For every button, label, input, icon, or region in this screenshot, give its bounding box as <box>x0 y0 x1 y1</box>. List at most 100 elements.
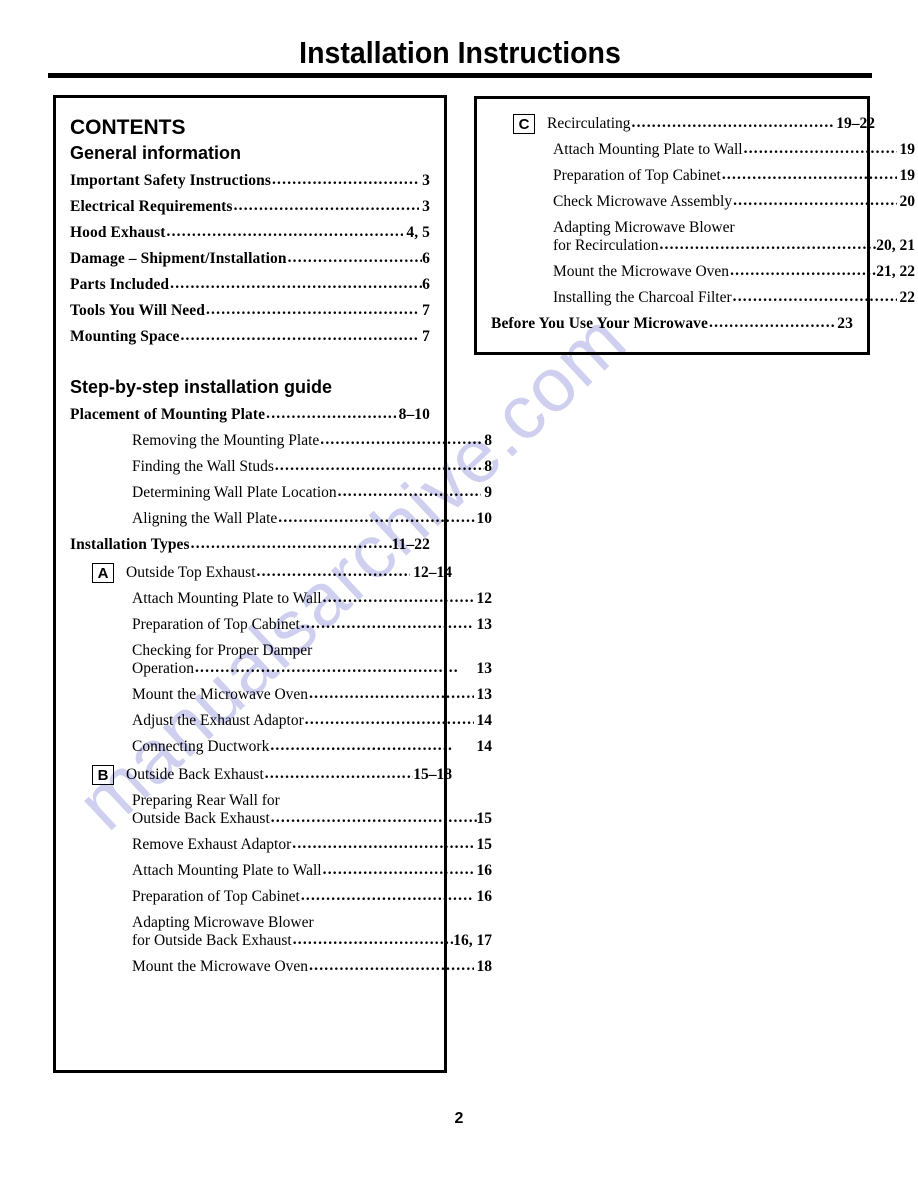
toc-subentry-page: 8 <box>484 458 492 475</box>
toc-subentry[interactable]: Attach Mounting Plate to Wall ..........… <box>491 140 916 159</box>
toc-leader-dots: .................................... <box>292 835 474 852</box>
toc-entry-before-you-use[interactable]: Before You Use Your Microwave ..........… <box>491 314 853 333</box>
toc-subentry-label: for Recirculation <box>553 237 659 254</box>
toc-entry[interactable]: Damage – Shipment/Installation .........… <box>70 249 430 268</box>
toc-entry-page: 19–22 <box>836 115 875 132</box>
toc-subentry[interactable]: Adapting Microwave Blower for Recirculat… <box>491 219 915 255</box>
toc-subentry[interactable]: Mount the Microwave Oven ...............… <box>70 685 493 704</box>
toc-entry-type-a[interactable]: A Outside Top Exhaust ..................… <box>70 562 452 583</box>
toc-subentry-page: 18 <box>476 958 493 975</box>
toc-subentry-page: 10 <box>476 510 493 527</box>
toc-leader-dots: .................................... <box>721 166 897 183</box>
toc-subentry-page: 14 <box>476 712 493 729</box>
toc-leader-dots: ........................................… <box>287 249 423 266</box>
toc-subentry[interactable]: Preparation of Top Cabinet .............… <box>70 887 493 906</box>
toc-leader-dots: ........................................… <box>180 327 420 344</box>
toc-leader-dots: ........................................… <box>266 405 395 422</box>
toc-entry-label: Electrical Requirements <box>70 198 233 215</box>
toc-subentry-label: Remove Exhaust Adaptor <box>132 836 292 853</box>
toc-subentry-page: 12 <box>476 590 493 607</box>
badge-letter-b: B <box>92 765 114 785</box>
toc-subentry-label: Attach Mounting Plate to Wall <box>132 590 322 607</box>
toc-subentry[interactable]: Installing the Charcoal Filter .........… <box>491 288 915 307</box>
toc-subentry[interactable]: Preparation of Top Cabinet .............… <box>70 615 493 634</box>
toc-subentry-label: Finding the Wall Studs <box>132 458 274 475</box>
toc-leader-dots: ........................................… <box>233 197 420 214</box>
toc-entry-type-c[interactable]: C Recirculating ........................… <box>491 113 875 134</box>
toc-subentry-page: 8 <box>484 432 492 449</box>
toc-subentry[interactable]: Preparing Rear Wall for Outside Back Exh… <box>70 792 492 828</box>
toc-subentry-label: Adjust the Exhaust Adaptor <box>132 712 304 729</box>
toc-entry[interactable]: Tools You Will Need ....................… <box>70 301 430 320</box>
toc-subentry-label: for Outside Back Exhaust <box>132 932 292 949</box>
toc-leader-dots: ........................................… <box>205 301 420 318</box>
badge-letter-a: A <box>92 563 114 583</box>
toc-entry[interactable]: Important Safety Instructions ..........… <box>70 171 430 190</box>
toc-subentry[interactable]: Mount the Microwave Oven ...............… <box>491 262 915 281</box>
toc-leader-dots: ........................................… <box>274 457 484 474</box>
toc-subentry-label: Removing the Mounting Plate <box>132 432 320 449</box>
toc-entry[interactable]: Parts Included .........................… <box>70 275 430 294</box>
toc-leader-dots: ........................................… <box>278 509 477 526</box>
toc-leader-dots: .................................... <box>730 262 877 279</box>
toc-entry-page: 12–14 <box>413 564 452 581</box>
toc-entry-page: 4, 5 <box>406 224 430 241</box>
toc-subentry[interactable]: Attach Mounting Plate to Wall ..........… <box>70 861 492 880</box>
toc-subentry[interactable]: Check Microwave Assembly ...............… <box>491 192 916 211</box>
toc-subentry-label-line1: Adapting Microwave Blower <box>553 219 735 236</box>
toc-entry-label: Damage – Shipment/Installation <box>70 250 287 267</box>
toc-subentry-page: 15 <box>476 810 493 827</box>
toc-leader-dots: ........................................… <box>194 659 459 676</box>
document-header: Installation Instructions <box>48 36 872 78</box>
toc-entry-type-b[interactable]: B Outside Back Exhaust .................… <box>70 764 452 785</box>
toc-subentry[interactable]: Remove Exhaust Adaptor .................… <box>70 835 492 854</box>
toc-subentry[interactable]: Checking for Proper Damper Operation ...… <box>70 642 492 678</box>
toc-subentry[interactable]: Aligning the Wall Plate ................… <box>70 509 493 528</box>
toc-subentry[interactable]: Connecting Ductwork ....................… <box>70 737 493 756</box>
toc-entry-label: Hood Exhaust <box>70 224 166 241</box>
toc-entry[interactable]: Placement of Mounting Plate ............… <box>70 405 430 424</box>
toc-subentry-page: 19 <box>899 141 916 158</box>
toc-entry-label: Tools You Will Need <box>70 302 205 319</box>
toc-subentry[interactable]: Mount the Microwave Oven ...............… <box>70 957 493 976</box>
page-canvas: Installation Instructions CONTENTS Gener… <box>0 0 918 1188</box>
toc-subentry[interactable]: Determining Wall Plate Location ........… <box>70 483 492 502</box>
toc-entry-label: Outside Back Exhaust <box>126 766 264 783</box>
toc-entry-label: Installation Types <box>70 536 190 553</box>
toc-subentry-page: 13 <box>476 660 493 677</box>
toc-entry[interactable]: Electrical Requirements ................… <box>70 197 430 216</box>
toc-subentry[interactable]: Attach Mounting Plate to Wall ..........… <box>70 589 493 608</box>
toc-subentry[interactable]: Preparation of Top Cabinet .............… <box>491 166 915 185</box>
toc-entry-label: Mounting Space <box>70 328 180 345</box>
toc-entry-label: Parts Included <box>70 276 170 293</box>
toc-subentry[interactable]: Adapting Microwave Blower for Outside Ba… <box>70 914 492 950</box>
toc-subentry-label: Outside Back Exhaust <box>132 810 270 827</box>
page-number: 2 <box>454 1110 464 1127</box>
toc-subentry[interactable]: Adjust the Exhaust Adaptor .............… <box>70 711 493 730</box>
toc-leader-dots: ........................................… <box>166 223 404 240</box>
toc-entry-label: Placement of Mounting Plate <box>70 406 266 423</box>
toc-subentry-label-line1: Adapting Microwave Blower <box>132 914 314 931</box>
toc-entry[interactable]: Hood Exhaust ...........................… <box>70 223 430 242</box>
toc-subentry-label: Preparation of Top Cabinet <box>132 616 300 633</box>
toc-entry[interactable]: Installation Types .....................… <box>70 535 430 554</box>
toc-entry-label: Recirculating <box>547 115 631 132</box>
toc-entry-page: 15–18 <box>413 766 452 783</box>
toc-entry-page: 8–10 <box>398 406 430 423</box>
toc-subentry[interactable]: Finding the Wall Studs .................… <box>70 457 492 476</box>
toc-subentry-page: 13 <box>476 686 493 703</box>
contents-left-panel: CONTENTS General information Important S… <box>53 95 492 1073</box>
toc-leader-dots: .................................... <box>733 192 896 209</box>
toc-entry[interactable]: Mounting Space .........................… <box>70 327 430 346</box>
toc-subentry[interactable]: Removing the Mounting Plate ............… <box>70 431 492 450</box>
toc-subentry-page: 16 <box>476 888 493 905</box>
toc-subentry-page: 14 <box>476 738 493 755</box>
badge-letter-c: C <box>513 114 535 134</box>
toc-subentry-page: 20 <box>899 193 916 210</box>
toc-leader-dots: .................................... <box>270 737 454 754</box>
toc-subentry-label: Operation <box>132 660 194 677</box>
toc-subentry-label: Mount the Microwave Oven <box>132 686 309 703</box>
toc-leader-dots: ........................................… <box>264 765 413 782</box>
toc-leader-dots: .................................... <box>309 957 474 974</box>
toc-subentry-page: 13 <box>476 616 493 633</box>
